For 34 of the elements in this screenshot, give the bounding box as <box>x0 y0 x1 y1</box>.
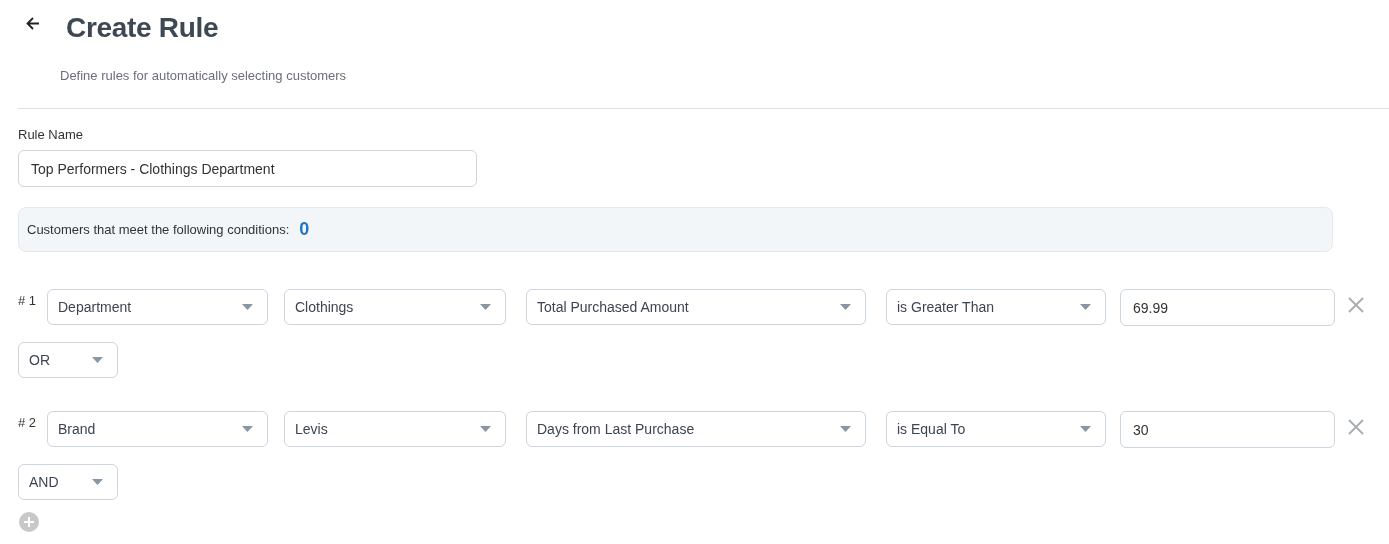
condition-number: # 2 <box>18 414 38 430</box>
caret-icon <box>840 426 851 432</box>
caret-icon <box>92 357 103 363</box>
dropdown[interactable]: is Equal To <box>886 411 1106 447</box>
close-icon[interactable] <box>1348 419 1364 435</box>
dropdown[interactable]: AND <box>18 464 118 500</box>
dropdown[interactable]: Levis <box>284 411 506 447</box>
summary-label: Customers that meet the following conditions: <box>27 222 290 237</box>
dropdown[interactable]: Brand <box>47 411 268 447</box>
field-label: Rule Name <box>18 127 85 142</box>
page-subtitle: Define rules for automatically selecting customers <box>60 68 348 83</box>
caret-icon <box>480 426 491 432</box>
dropdown[interactable]: Days from Last Purchase <box>526 411 866 447</box>
dropdown[interactable]: Department <box>47 289 268 325</box>
caret-icon <box>1080 304 1091 310</box>
caret-icon <box>92 479 103 485</box>
caret-icon <box>840 304 851 310</box>
value-field[interactable]: 69.99 <box>1120 289 1335 326</box>
add-icon[interactable] <box>19 512 39 532</box>
dropdown[interactable]: Clothings <box>284 289 506 325</box>
dropdown[interactable]: is Greater Than <box>886 289 1106 325</box>
caret-icon <box>242 304 253 310</box>
dropdown[interactable]: Total Purchased Amount <box>526 289 866 325</box>
customer-count: 0 <box>299 219 310 240</box>
caret-icon <box>1080 426 1091 432</box>
rule-name-field[interactable]: Top Performers - Clothings Department <box>18 150 477 187</box>
dropdown[interactable]: OR <box>18 342 118 378</box>
value-field[interactable]: 30 <box>1120 411 1335 448</box>
caret-icon <box>480 304 491 310</box>
condition-number: # 1 <box>18 292 38 308</box>
close-icon[interactable] <box>1348 297 1364 313</box>
back-arrow-icon[interactable] <box>26 17 40 30</box>
page-title: Create Rule <box>66 12 219 44</box>
caret-icon <box>242 426 253 432</box>
